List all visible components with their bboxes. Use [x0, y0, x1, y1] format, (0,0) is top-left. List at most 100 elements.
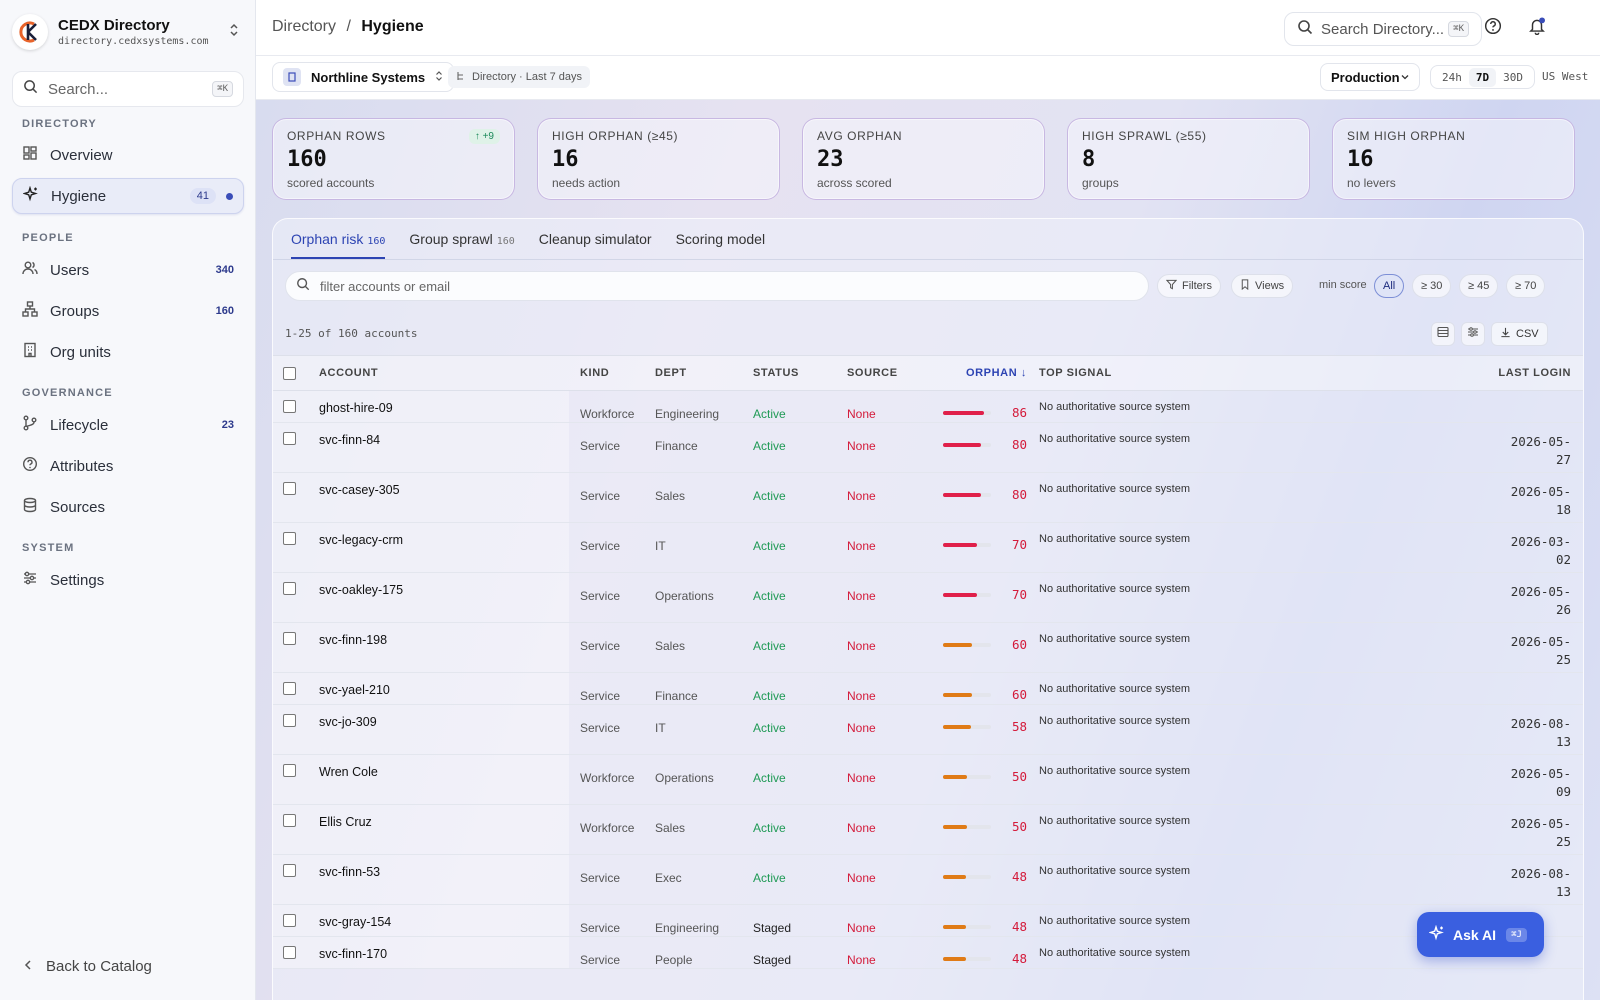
views-button[interactable]: Views — [1231, 274, 1294, 298]
row-checkbox[interactable] — [283, 432, 296, 445]
brand-switcher[interactable]: CEDX Directory directory.cedxsystems.com — [12, 12, 244, 52]
row-checkbox[interactable] — [283, 632, 296, 645]
table-row[interactable]: Ellis Cruz Workforce Sales Active None 50 No a… — [273, 804, 1583, 855]
sidebar-item-groups[interactable]: Groups 160 — [12, 293, 244, 329]
csv-export-button[interactable]: CSV — [1491, 322, 1548, 346]
row-checkbox[interactable] — [283, 682, 296, 695]
row-checkbox[interactable] — [283, 532, 296, 545]
tab-orphan-risk[interactable]: Orphan risk 160 — [291, 231, 386, 259]
score-filter-45[interactable]: ≥ 45 — [1459, 274, 1499, 298]
account-name[interactable]: svc-yael-210 — [319, 672, 569, 705]
table-row[interactable]: svc-oakley-175 Service Operations Active Non… — [273, 572, 1583, 623]
bell-icon[interactable] — [1528, 17, 1546, 40]
top-signal: No authoritative source system — [1039, 472, 1453, 523]
account-name[interactable]: Wren Cole — [319, 754, 569, 805]
table-row[interactable]: svc-finn-170 Service People Staged None 48 No … — [273, 936, 1583, 969]
row-checkbox[interactable] — [283, 814, 296, 827]
col-orphan-sorted[interactable]: ORPHAN ↓ — [931, 355, 1039, 391]
org-switcher[interactable]: Northline Systems — [272, 62, 455, 92]
table-row[interactable]: svc-jo-309 Service IT Active None 58 No author… — [273, 704, 1583, 755]
table-row[interactable]: svc-finn-198 Service Sales Active None 60 No a… — [273, 622, 1583, 673]
sidebar-item-settings[interactable]: Settings — [12, 562, 244, 598]
col-account[interactable]: ACCOUNT — [319, 355, 569, 391]
account-status: Staged — [753, 936, 847, 969]
count-badge: 41 — [189, 188, 216, 204]
row-checkbox[interactable] — [283, 914, 296, 927]
table-row[interactable]: svc-finn-84 Service Finance Active None 80 No … — [273, 422, 1583, 473]
account-dept: Finance — [655, 672, 753, 705]
account-name[interactable]: ghost-hire-09 — [319, 390, 569, 423]
score-filter-30[interactable]: ≥ 30 — [1412, 274, 1452, 298]
range-30d[interactable]: 30D — [1496, 68, 1530, 87]
kpi-label: AVG ORPHAN — [817, 129, 903, 143]
table-row[interactable]: svc-yael-210 Service Finance Active None 60 No… — [273, 672, 1583, 705]
tab-cleanup-simulator[interactable]: Cleanup simulator — [539, 231, 652, 259]
col-dept[interactable]: DEPT — [655, 355, 753, 391]
range-24h[interactable]: 24h — [1435, 68, 1469, 87]
col-kind[interactable]: KIND — [569, 355, 655, 391]
account-name[interactable]: svc-finn-170 — [319, 936, 569, 969]
account-source: None — [847, 672, 931, 705]
account-name[interactable]: svc-finn-53 — [319, 854, 569, 905]
account-kind: Service — [569, 854, 655, 905]
sidebar-item-attributes[interactable]: Attributes — [12, 448, 244, 484]
account-dept: Finance — [655, 422, 753, 473]
breadcrumb-parent[interactable]: Directory — [272, 18, 336, 35]
account-name[interactable]: Ellis Cruz — [319, 804, 569, 855]
row-checkbox[interactable] — [283, 714, 296, 727]
tab-scoring-model[interactable]: Scoring model — [676, 231, 766, 259]
account-name[interactable]: svc-gray-154 — [319, 904, 569, 937]
sidebar-item-org-units[interactable]: Org units — [12, 334, 244, 370]
last-login — [1453, 390, 1583, 423]
account-name[interactable]: svc-finn-198 — [319, 622, 569, 673]
account-name[interactable]: svc-legacy-crm — [319, 522, 569, 573]
account-name[interactable]: svc-casey-305 — [319, 472, 569, 523]
score-filter-all[interactable]: All — [1374, 274, 1405, 298]
select-all-checkbox[interactable] — [283, 366, 296, 380]
row-checkbox[interactable] — [283, 946, 296, 959]
account-source: None — [847, 622, 931, 673]
building-icon — [22, 342, 38, 362]
account-kind: Service — [569, 572, 655, 623]
density-button[interactable] — [1431, 322, 1455, 346]
table-row[interactable]: svc-gray-154 Service Engineering Staged None… — [273, 904, 1583, 937]
columns-button[interactable] — [1461, 322, 1485, 346]
back-to-catalog[interactable]: Back to Catalog — [22, 958, 152, 975]
table-row[interactable]: svc-legacy-crm Service IT Active None 70 No au… — [273, 522, 1583, 573]
score-filter-70[interactable]: ≥ 70 — [1506, 274, 1546, 298]
count-badge: 340 — [215, 264, 234, 276]
row-checkbox[interactable] — [283, 400, 296, 413]
account-name[interactable]: svc-oakley-175 — [319, 572, 569, 623]
sidebar-item-hygiene[interactable]: Hygiene 41 — [12, 178, 244, 214]
tab-group-sprawl[interactable]: Group sprawl 160 — [409, 231, 514, 259]
table-row[interactable]: ghost-hire-09 Workforce Engineering Active N… — [273, 390, 1583, 423]
row-checkbox[interactable] — [283, 864, 296, 877]
col-top-signal[interactable]: TOP SIGNAL — [1039, 355, 1453, 391]
sidebar-item-users[interactable]: Users 340 — [12, 252, 244, 288]
row-checkbox[interactable] — [283, 482, 296, 495]
orphan-score: 58 — [1011, 719, 1027, 735]
sidebar-item-sources[interactable]: Sources — [12, 489, 244, 525]
range-7d[interactable]: 7D — [1468, 67, 1497, 87]
table-row[interactable]: svc-finn-53 Service Exec Active None 48 No aut… — [273, 854, 1583, 905]
sidebar-item-overview[interactable]: Overview — [12, 137, 244, 173]
ask-ai-button[interactable]: Ask AI ⌘J — [1417, 912, 1544, 957]
account-filter-input[interactable]: filter accounts or email — [285, 271, 1149, 301]
account-name[interactable]: svc-finn-84 — [319, 422, 569, 473]
row-checkbox[interactable] — [283, 764, 296, 777]
filters-button[interactable]: Filters — [1157, 274, 1221, 298]
last-login: 2026-05-25 — [1453, 804, 1583, 855]
global-search[interactable]: Search Directory... ⌘K — [1284, 12, 1482, 46]
help-icon[interactable] — [1484, 17, 1502, 40]
row-checkbox[interactable] — [283, 582, 296, 595]
chevron-updown-icon[interactable] — [228, 22, 240, 43]
account-name[interactable]: svc-jo-309 — [319, 704, 569, 755]
col-source[interactable]: SOURCE — [847, 355, 931, 391]
sidebar-item-lifecycle[interactable]: Lifecycle 23 — [12, 407, 244, 443]
col-last-login[interactable]: LAST LOGIN — [1453, 355, 1583, 391]
sidebar-search[interactable]: Search... ⌘K — [12, 71, 244, 107]
table-row[interactable]: Wren Cole Workforce Operations Active None 50… — [273, 754, 1583, 805]
col-status[interactable]: STATUS — [753, 355, 847, 391]
environment-select[interactable]: Production — [1320, 63, 1420, 91]
table-row[interactable]: svc-casey-305 Service Sales Active None 80 No … — [273, 472, 1583, 523]
